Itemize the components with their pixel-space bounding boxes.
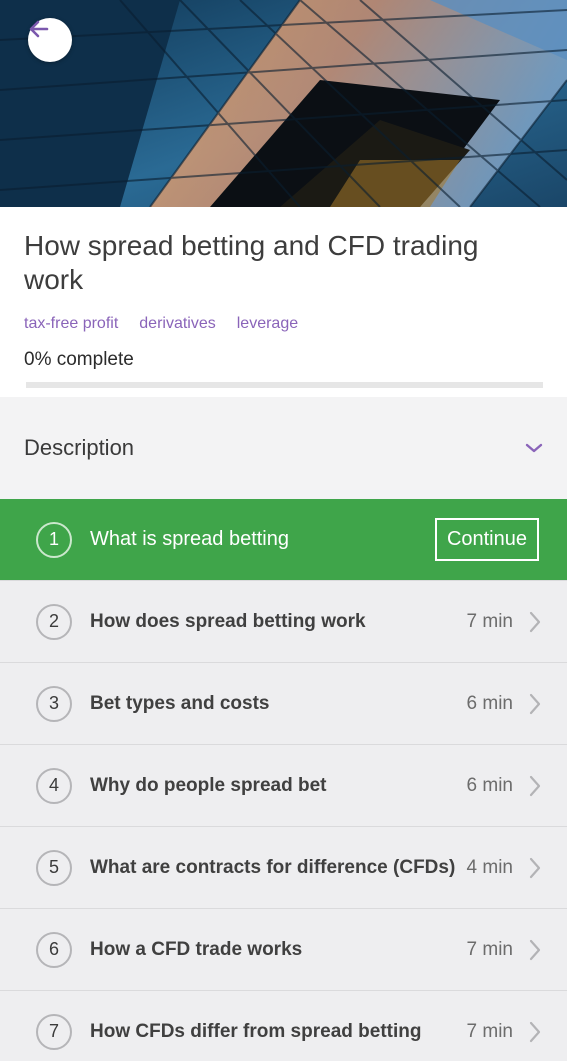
lesson-title: What is spread betting (90, 528, 289, 550)
progress-label: 0% complete (24, 349, 134, 370)
chevron-right-icon (527, 610, 543, 634)
back-button[interactable] (28, 18, 72, 62)
course-page: How spread betting and CFD trading work … (0, 0, 567, 1061)
lesson-number: 6 (36, 931, 72, 968)
lesson-title: How CFDs differ from spread betting (90, 1021, 422, 1042)
lesson-row-1[interactable]: 1 What is spread betting Continue (0, 499, 567, 580)
lesson-row-5[interactable]: 5 What are contracts for difference (CFD… (0, 826, 567, 908)
lesson-title: Bet types and costs (90, 693, 270, 714)
lesson-number: 2 (36, 603, 72, 640)
tag-leverage[interactable]: leverage (237, 315, 298, 333)
lesson-duration: 6 min (466, 692, 513, 714)
course-title: How spread betting and CFD trading work (24, 230, 479, 295)
chevron-right-icon (527, 938, 543, 962)
lesson-number: 3 (36, 685, 72, 722)
lesson-duration: 7 min (466, 938, 513, 960)
tag-list: tax-free profit derivatives leverage (24, 315, 543, 333)
lesson-row-7[interactable]: 7 How CFDs differ from spread betting 7 … (0, 990, 567, 1061)
lesson-title: What are contracts for difference (CFDs) (90, 857, 456, 878)
lesson-title: How does spread betting work (90, 611, 366, 632)
lesson-row-2[interactable]: 2 How does spread betting work 7 min (0, 580, 567, 662)
chevron-right-icon (527, 692, 543, 716)
lesson-title: Why do people spread bet (90, 775, 327, 796)
lesson-duration: 6 min (466, 774, 513, 796)
chevron-down-icon (525, 443, 543, 453)
description-toggle[interactable]: Description (0, 397, 567, 499)
chevron-right-icon (527, 774, 543, 798)
hero-image (0, 0, 567, 207)
lesson-duration: 4 min (466, 856, 513, 878)
lesson-number: 7 (36, 1013, 72, 1050)
description-label: Description (24, 435, 135, 460)
lesson-row-4[interactable]: 4 Why do people spread bet 6 min (0, 744, 567, 826)
lesson-row-6[interactable]: 6 How a CFD trade works 7 min (0, 908, 567, 990)
lesson-title: How a CFD trade works (90, 939, 303, 960)
lesson-duration: 7 min (466, 610, 513, 632)
tag-derivatives[interactable]: derivatives (139, 315, 215, 333)
tag-tax-free-profit[interactable]: tax-free profit (24, 315, 118, 333)
lesson-number: 1 (36, 521, 72, 558)
chevron-right-icon (527, 1020, 543, 1044)
course-header: How spread betting and CFD trading work … (0, 207, 567, 397)
lesson-duration: 7 min (466, 1020, 513, 1042)
lesson-number: 4 (36, 767, 72, 804)
continue-button[interactable]: Continue (434, 518, 539, 561)
building-photo (0, 0, 567, 207)
chevron-right-icon (527, 856, 543, 880)
lesson-number: 5 (36, 849, 72, 886)
progress-bar (26, 382, 543, 388)
lesson-row-3[interactable]: 3 Bet types and costs 6 min (0, 662, 567, 744)
arrow-left-icon (29, 20, 49, 38)
